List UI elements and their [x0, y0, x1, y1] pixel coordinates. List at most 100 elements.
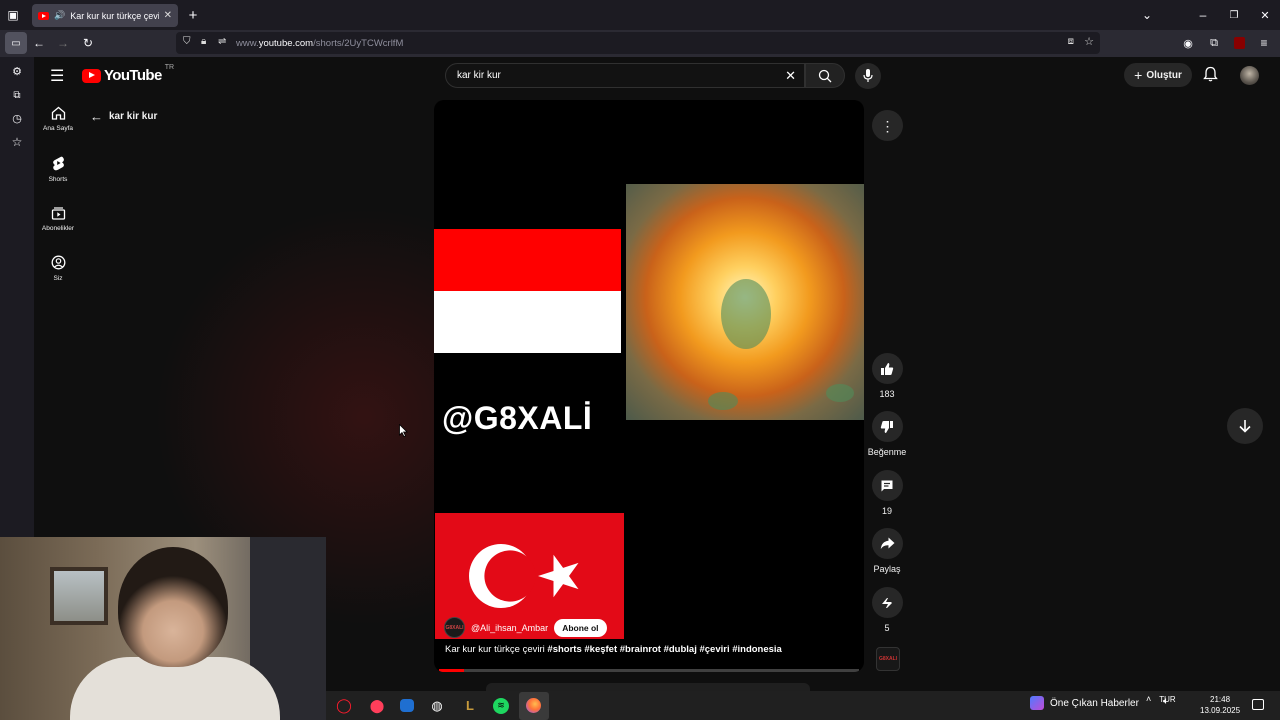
overlay-handle-text: @G8XALİ — [442, 400, 593, 436]
maps-pin-icon[interactable]: ⬤ — [367, 696, 387, 716]
firefox-icon[interactable] — [518, 691, 549, 720]
youtube-favicon-icon — [38, 11, 49, 20]
app-window-icon[interactable] — [400, 699, 414, 712]
youtube-play-icon — [82, 68, 101, 83]
league-client-icon[interactable]: L — [460, 696, 480, 716]
history-clock-icon[interactable]: ◷ — [6, 107, 28, 129]
extensions-icon[interactable]: ⧉ — [1203, 32, 1225, 54]
tab-title: Kar kur kur türkçe çeviri #sh — [70, 10, 158, 21]
like-action: 183 — [871, 353, 903, 399]
more-actions-button[interactable]: ⋮ — [872, 110, 903, 141]
channel-name-link[interactable]: @Ali_ihsan_Ambar — [471, 623, 548, 633]
share-action: Paylaş — [871, 528, 903, 574]
account-icon[interactable]: ◉ — [1177, 32, 1199, 54]
menu-hamburger-icon[interactable]: ≡ — [1253, 32, 1275, 54]
synced-tabs-icon[interactable]: ⧉ — [6, 84, 28, 106]
remix-count: 5 — [884, 623, 890, 633]
sidebar-toggle-icon[interactable]: ▭ — [5, 32, 27, 54]
microphone-icon — [863, 69, 873, 82]
comment-count: 19 — [881, 506, 892, 516]
short-caption[interactable]: Kar kur kur türkçe çeviri #shorts #keşfe… — [445, 644, 782, 655]
share-arrow-icon — [880, 537, 894, 549]
shield-icon[interactable]: ⛉ — [183, 36, 191, 47]
progress-bar[interactable] — [439, 669, 859, 672]
browser-tabbar: ▣ 🔊 Kar kur kur türkçe çeviri #sh ✕ + ⌄ … — [0, 0, 1280, 30]
like-button[interactable] — [871, 353, 903, 384]
sound-thumbnail[interactable]: G8XALI — [876, 647, 900, 671]
back-arrow-icon[interactable]: ← — [28, 32, 50, 54]
search-input[interactable]: kar kir kur ✕ — [445, 63, 805, 88]
taskbar-clock[interactable]: 21:48 13.09.2025 — [1200, 694, 1240, 716]
create-button[interactable]: + Oluştur — [1124, 63, 1192, 87]
channel-avatar[interactable]: G8XALI — [444, 617, 465, 638]
forward-arrow-icon[interactable]: → — [52, 32, 74, 54]
ai-chatbot-icon[interactable]: ⚙ — [6, 60, 28, 82]
back-to-search-button[interactable]: ← kar kir kur — [90, 109, 157, 124]
search-button[interactable] — [805, 63, 845, 88]
share-button[interactable] — [871, 528, 903, 559]
bookmark-star-icon[interactable]: ☆ — [1084, 35, 1094, 48]
channel-row: G8XALI @Ali_ihsan_Ambar Abone ol — [444, 617, 607, 638]
more-vert-icon: ⋮ — [880, 117, 895, 134]
remix-button[interactable] — [871, 587, 903, 618]
share-label: Paylaş — [873, 564, 901, 574]
new-tab-button[interactable]: + — [182, 4, 204, 26]
subscribe-button[interactable]: Abone ol — [554, 618, 607, 637]
tab-overview-icon[interactable]: ▣ — [2, 4, 24, 26]
tab-list-chevron-icon[interactable]: ⌄ — [1136, 4, 1158, 26]
like-count: 183 — [879, 389, 895, 399]
restore-button[interactable]: ❐ — [1223, 4, 1245, 26]
shorts-icon — [52, 156, 64, 171]
clear-search-icon[interactable]: ✕ — [785, 68, 796, 84]
fire-explosion-image — [626, 184, 864, 420]
voice-search-button[interactable] — [855, 63, 881, 89]
ublock-extension-icon[interactable] — [1228, 32, 1250, 54]
thumbs-down-icon — [880, 420, 893, 433]
url-bar[interactable]: ⛉ 🔒︎ ⇌ www.youtube.com/shorts/2UyTCWcrlf… — [176, 32, 1100, 54]
permissions-icon[interactable]: ⇌ — [218, 36, 226, 47]
dislike-action: Beğenme — [868, 411, 906, 457]
news-widget[interactable]: Öne Çıkan Haberler — [1030, 696, 1139, 710]
comments-button[interactable] — [871, 470, 903, 501]
arrow-down-icon — [1239, 420, 1251, 433]
mouse-cursor — [399, 423, 408, 442]
guide-item-shorts[interactable]: Shorts — [34, 156, 82, 183]
thumbs-up-icon — [881, 362, 894, 375]
guide-item-you[interactable]: Siz — [34, 255, 82, 282]
account-avatar[interactable] — [1240, 66, 1259, 85]
youtube-logo[interactable]: YouTube TR — [82, 64, 174, 84]
browser-tab-active[interactable]: 🔊 Kar kur kur türkçe çeviri #sh ✕ — [32, 4, 178, 27]
minimize-button[interactable]: – — [1192, 4, 1214, 26]
bookmarks-star-icon[interactable]: ☆ — [6, 131, 28, 153]
remix-icon — [882, 597, 892, 608]
guide-menu-icon[interactable]: ☰ — [50, 66, 64, 86]
webcam-background-window — [50, 567, 108, 625]
dislike-button[interactable] — [871, 411, 903, 442]
notifications-bell-icon[interactable] — [1203, 66, 1218, 87]
dislike-label: Beğenme — [867, 447, 907, 457]
close-window-button[interactable]: ✕ — [1254, 4, 1276, 26]
reload-icon[interactable]: ↻ — [77, 32, 99, 54]
guide-item-home[interactable]: Ana Sayfa — [34, 106, 82, 132]
plus-icon: + — [1134, 67, 1143, 83]
lock-icon[interactable]: 🔒︎ — [201, 36, 206, 47]
obs-studio-icon[interactable]: ◍ — [427, 696, 447, 716]
url-text: www.youtube.com/shorts/2UyTCWcrlfM — [236, 37, 404, 49]
search-icon — [818, 69, 832, 82]
shorts-player[interactable]: @G8XALİ G8XALI @Ali_ihsan_Ambar Abone ol… — [434, 100, 864, 672]
next-short-button[interactable] — [1227, 408, 1263, 444]
comment-icon — [881, 480, 893, 491]
opera-gx-icon[interactable]: ◯ — [334, 696, 354, 716]
tray-chevron-up-icon[interactable]: ˄ — [1146, 694, 1151, 704]
you-icon — [51, 255, 65, 270]
system-tray: ˄ TUR — [1146, 694, 1176, 704]
picture-in-picture-icon[interactable]: ⧈ — [1068, 36, 1074, 47]
guide-item-subscriptions[interactable]: Abonelikler — [34, 206, 82, 232]
back-arrow-icon: ← — [90, 109, 103, 124]
spotify-icon[interactable]: ≋ — [493, 697, 509, 714]
subscriptions-icon — [51, 207, 65, 220]
close-tab-icon[interactable]: ✕ — [164, 10, 172, 21]
volume-icon[interactable]: 🔈︎ — [1163, 696, 1169, 707]
speaker-icon[interactable]: 🔊 — [54, 10, 65, 21]
notification-center-icon[interactable] — [1252, 699, 1264, 710]
